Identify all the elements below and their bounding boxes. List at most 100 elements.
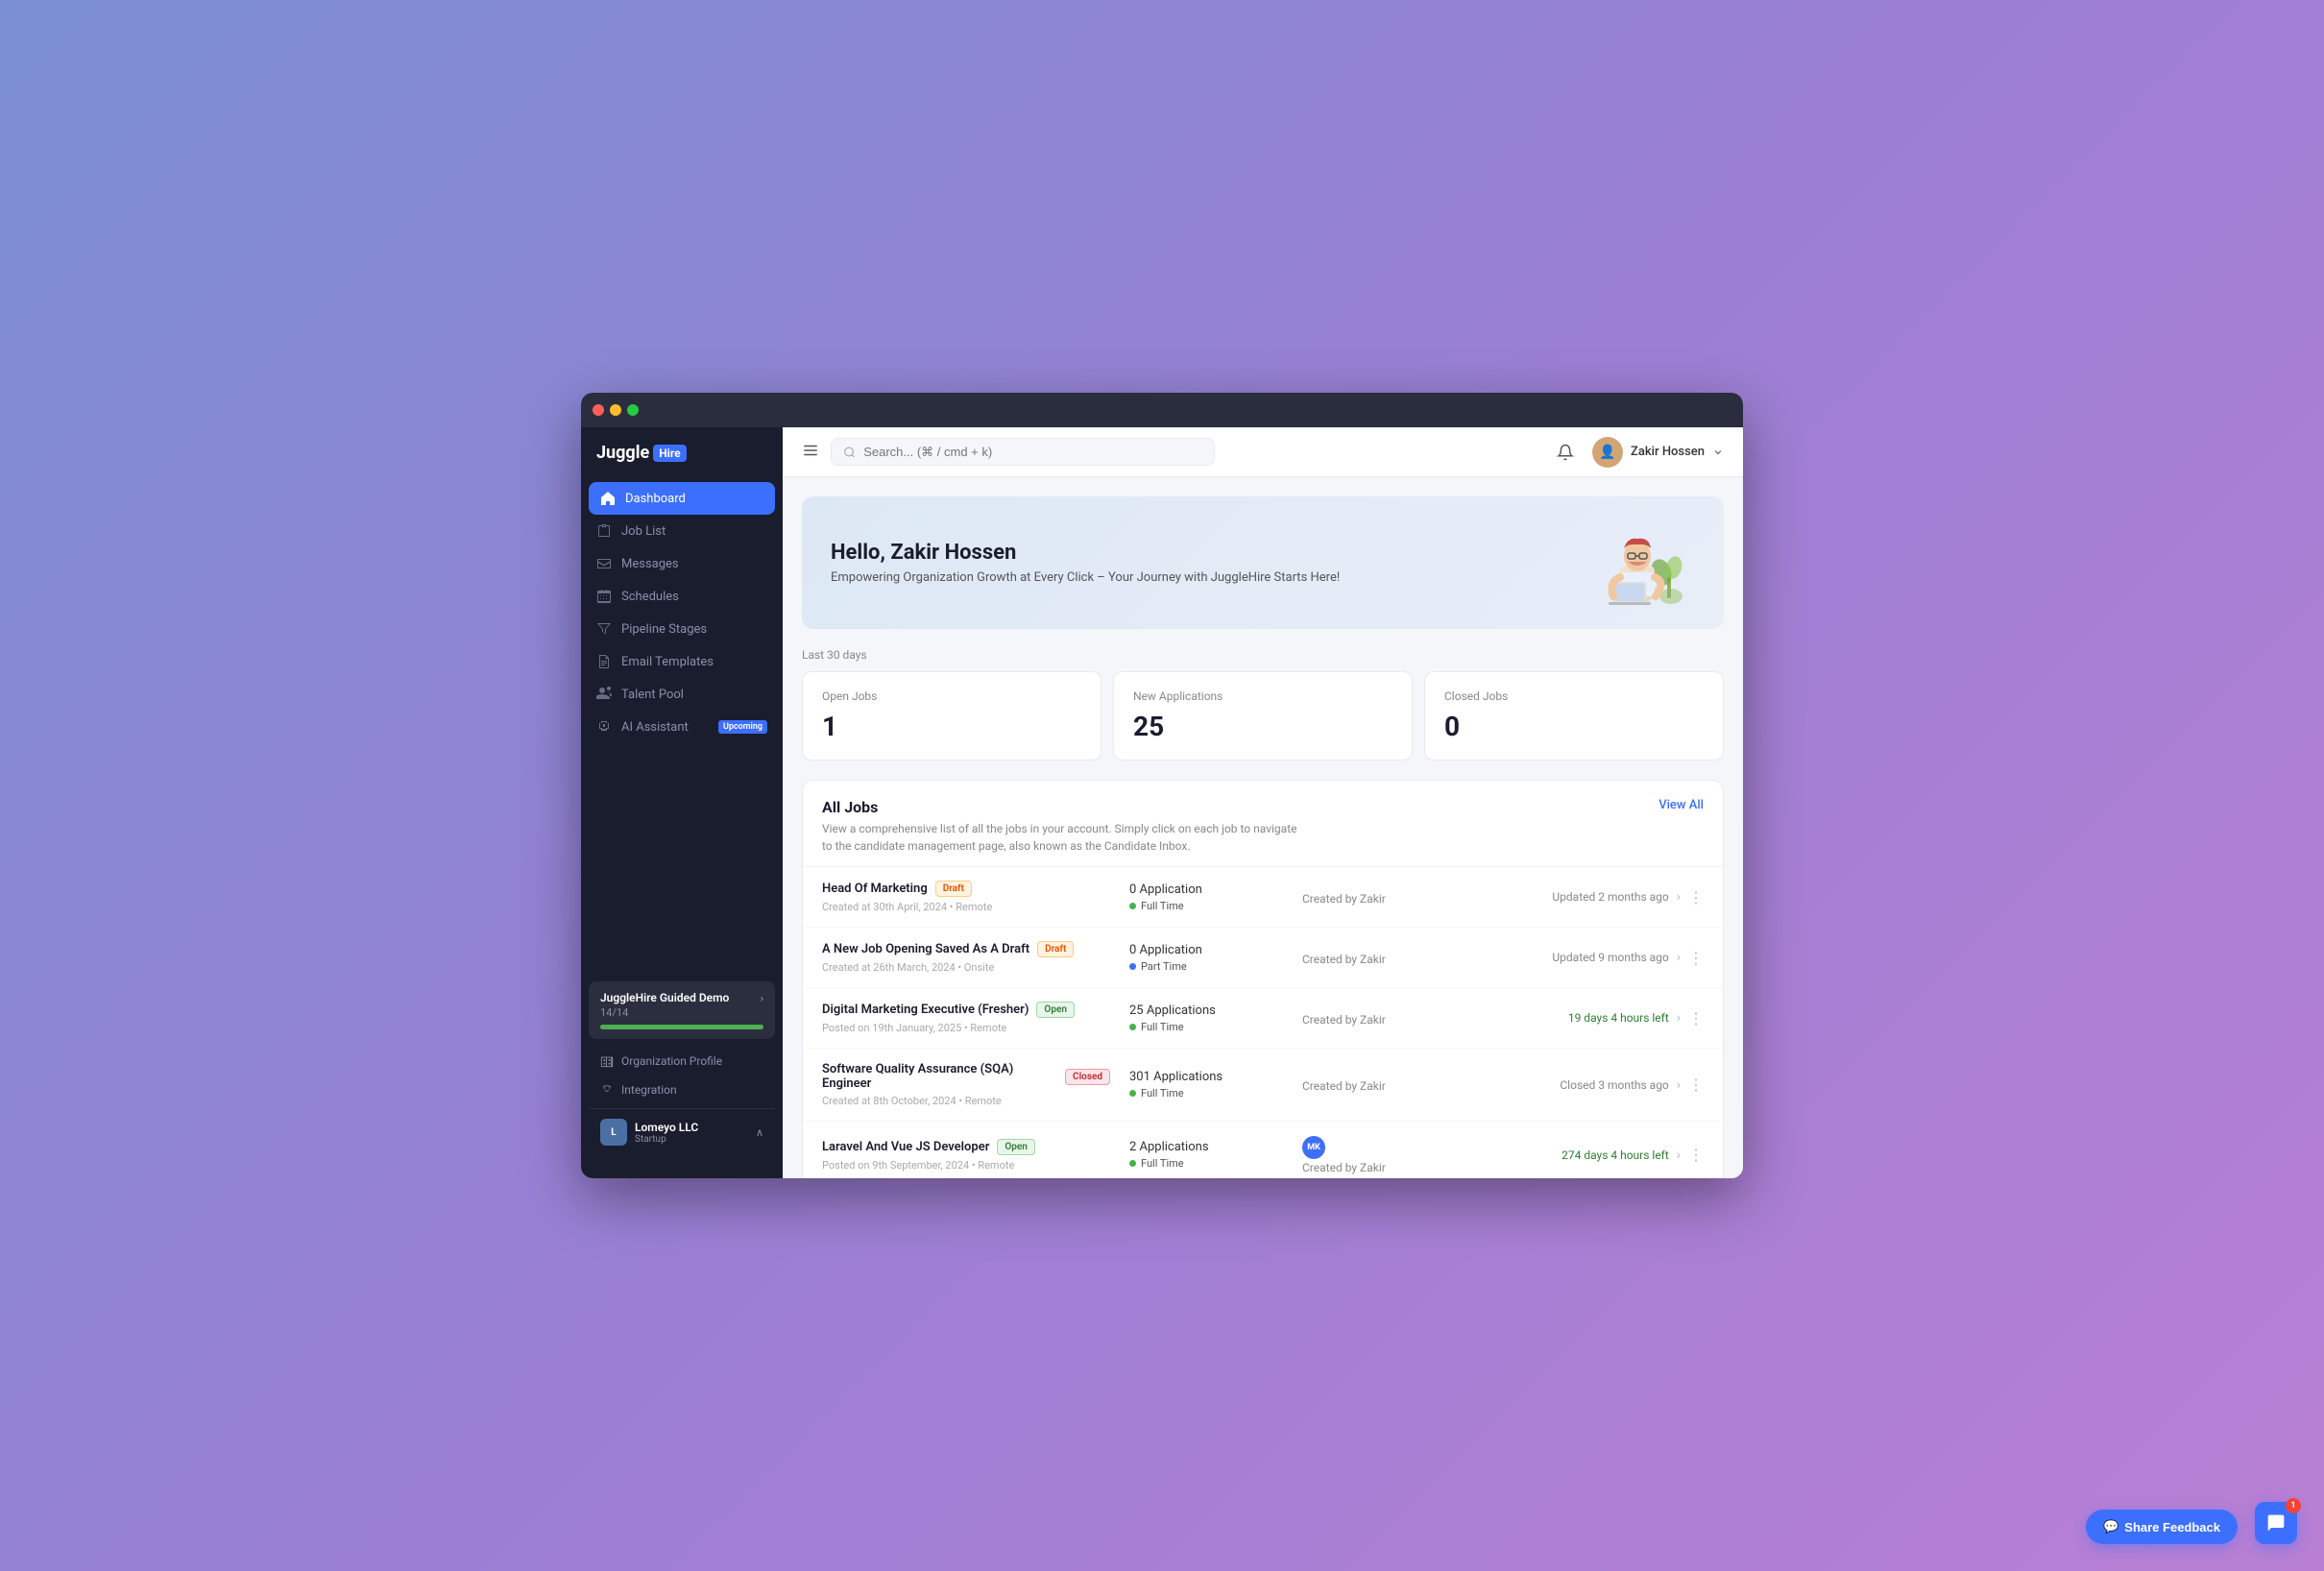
calendar-icon — [596, 589, 612, 604]
job-chevron-button[interactable]: › — [1677, 1010, 1681, 1026]
job-badge: Draft — [1037, 941, 1074, 957]
job-row[interactable]: Laravel And Vue JS Developer Open Posted… — [803, 1122, 1723, 1178]
sidebar-item-job-list[interactable]: Job List — [581, 515, 783, 547]
job-main: A New Job Opening Saved As A Draft Draft… — [822, 941, 1110, 974]
job-more-button[interactable]: ⋮ — [1688, 1076, 1704, 1094]
job-meta: Posted on 9th September, 2024 • Remote — [822, 1159, 1110, 1172]
job-meta: Created at 30th April, 2024 • Remote — [822, 901, 1110, 913]
filter-icon — [596, 621, 612, 637]
guided-demo-progress-label: 14/14 — [600, 1006, 763, 1019]
user-menu-button[interactable]: 👤 Zakir Hossen — [1592, 437, 1724, 468]
sidebar-item-dashboard[interactable]: Dashboard — [589, 482, 775, 515]
app-body: Juggle Hire Dashboard Job List — [581, 427, 1743, 1178]
chevron-down-icon — [1712, 447, 1724, 458]
menu-toggle-button[interactable] — [802, 442, 819, 463]
guided-demo-title: JuggleHire Guided Demo › — [600, 991, 763, 1004]
job-apps: 25 Applications Full Time — [1129, 1003, 1283, 1033]
job-chevron-button[interactable]: › — [1677, 1148, 1681, 1163]
job-main: Digital Marketing Executive (Fresher) Op… — [822, 1002, 1110, 1034]
search-input[interactable] — [863, 445, 1202, 459]
notification-button[interactable] — [1550, 437, 1581, 468]
job-meta: Posted on 19th January, 2025 • Remote — [822, 1022, 1110, 1034]
close-window-button[interactable] — [593, 404, 604, 416]
content-area: Hello, Zakir Hossen Empowering Organizat… — [783, 477, 1743, 1178]
sidebar-item-messages[interactable]: Messages — [581, 547, 783, 580]
view-all-button[interactable]: View All — [1658, 798, 1704, 812]
sidebar-bottom: JuggleHire Guided Demo › 14/14 Organizat… — [581, 974, 783, 1163]
dot-icon — [1129, 1090, 1136, 1097]
job-chevron-button[interactable]: › — [1677, 950, 1681, 965]
sidebar-item-schedules[interactable]: Schedules — [581, 580, 783, 613]
sidebar: Juggle Hire Dashboard Job List — [581, 427, 783, 1178]
building-icon — [600, 1054, 614, 1068]
chat-button[interactable]: 1 — [2255, 1502, 2297, 1544]
main-content: 👤 Zakir Hossen Hello, Zakir Hossen Empow… — [783, 427, 1743, 1178]
apps-count: 301 Applications — [1129, 1070, 1283, 1084]
sidebar-item-email-templates[interactable]: Email Templates — [581, 645, 783, 678]
job-creator: Created by Zakir — [1302, 1009, 1437, 1027]
job-status: Updated 2 months ago › ⋮ — [1456, 888, 1704, 906]
job-more-button[interactable]: ⋮ — [1688, 888, 1704, 906]
hero-text: Hello, Zakir Hossen Empowering Organizat… — [831, 541, 1340, 585]
dot-icon — [1129, 1160, 1136, 1167]
job-row[interactable]: A New Job Opening Saved As A Draft Draft… — [803, 928, 1723, 988]
apps-count: 0 Application — [1129, 882, 1283, 897]
sidebar-item-integration[interactable]: Integration — [589, 1076, 775, 1104]
stat-closed-jobs-value: 0 — [1444, 711, 1704, 742]
jobs-section-description: View a comprehensive list of all the job… — [822, 820, 1302, 855]
creator-text: Created by Zakir — [1302, 1013, 1386, 1027]
jobs-section: All Jobs View a comprehensive list of al… — [802, 780, 1724, 1178]
status-text: Updated 2 months ago — [1552, 890, 1668, 904]
job-status: Updated 9 months ago › ⋮ — [1456, 949, 1704, 967]
job-status: 19 days 4 hours left › ⋮ — [1456, 1009, 1704, 1027]
bell-icon — [1557, 444, 1574, 461]
job-row[interactable]: Head Of Marketing Draft Created at 30th … — [803, 867, 1723, 928]
logo-badge: Hire — [653, 445, 686, 462]
mail-icon — [596, 556, 612, 571]
apps-type: Full Time — [1129, 900, 1283, 912]
status-text: 19 days 4 hours left — [1568, 1011, 1669, 1025]
job-title: A New Job Opening Saved As A Draft — [822, 942, 1029, 956]
user-area[interactable]: L Lomeyo LLC Startup ∧ — [589, 1108, 775, 1155]
apps-type: Full Time — [1129, 1021, 1283, 1033]
job-status: Closed 3 months ago › ⋮ — [1456, 1076, 1704, 1094]
sidebar-item-talent-pool[interactable]: Talent Pool — [581, 678, 783, 711]
plug-icon — [600, 1083, 614, 1097]
stat-card-new-applications: New Applications 25 — [1113, 671, 1413, 761]
creator-text: Created by Zakir — [1302, 892, 1386, 906]
job-row[interactable]: Software Quality Assurance (SQA) Enginee… — [803, 1049, 1723, 1122]
sidebar-item-org-profile[interactable]: Organization Profile — [589, 1047, 775, 1076]
menu-icon — [802, 442, 819, 459]
creator-text: Created by Zakir — [1302, 953, 1386, 966]
briefcase-icon — [596, 523, 612, 539]
job-more-button[interactable]: ⋮ — [1688, 1146, 1704, 1164]
topbar-username: Zakir Hossen — [1631, 445, 1705, 459]
users-icon — [596, 687, 612, 702]
feedback-icon: 💬 — [2103, 1519, 2118, 1535]
search-bar[interactable] — [831, 438, 1215, 466]
status-text: 274 days 4 hours left — [1561, 1148, 1669, 1162]
apps-type: Part Time — [1129, 960, 1283, 973]
sidebar-item-pipeline-stages[interactable]: Pipeline Stages — [581, 613, 783, 645]
maximize-window-button[interactable] — [627, 404, 639, 416]
job-title-row: Digital Marketing Executive (Fresher) Op… — [822, 1002, 1110, 1018]
job-chevron-button[interactable]: › — [1677, 889, 1681, 905]
upcoming-badge: Upcoming — [718, 720, 767, 734]
share-feedback-button[interactable]: 💬 Share Feedback — [2086, 1510, 2238, 1544]
job-chevron-button[interactable]: › — [1677, 1077, 1681, 1093]
cpu-icon — [596, 719, 612, 735]
job-more-button[interactable]: ⋮ — [1688, 1009, 1704, 1027]
stat-open-jobs-label: Open Jobs — [822, 689, 1081, 703]
job-badge: Open — [997, 1139, 1035, 1155]
stat-open-jobs-value: 1 — [822, 711, 1081, 742]
job-more-button[interactable]: ⋮ — [1688, 949, 1704, 967]
guided-demo-card[interactable]: JuggleHire Guided Demo › 14/14 — [589, 981, 775, 1039]
person-illustration — [1580, 520, 1685, 606]
sidebar-item-ai-assistant[interactable]: AI Assistant Upcoming — [581, 711, 783, 743]
job-row[interactable]: Digital Marketing Executive (Fresher) Op… — [803, 988, 1723, 1049]
stats-section: Last 30 days Open Jobs 1 New Application… — [802, 648, 1724, 761]
job-apps: 0 Application Part Time — [1129, 943, 1283, 973]
minimize-window-button[interactable] — [610, 404, 621, 416]
job-title-row: Laravel And Vue JS Developer Open — [822, 1139, 1110, 1155]
apps-type: Full Time — [1129, 1087, 1283, 1100]
